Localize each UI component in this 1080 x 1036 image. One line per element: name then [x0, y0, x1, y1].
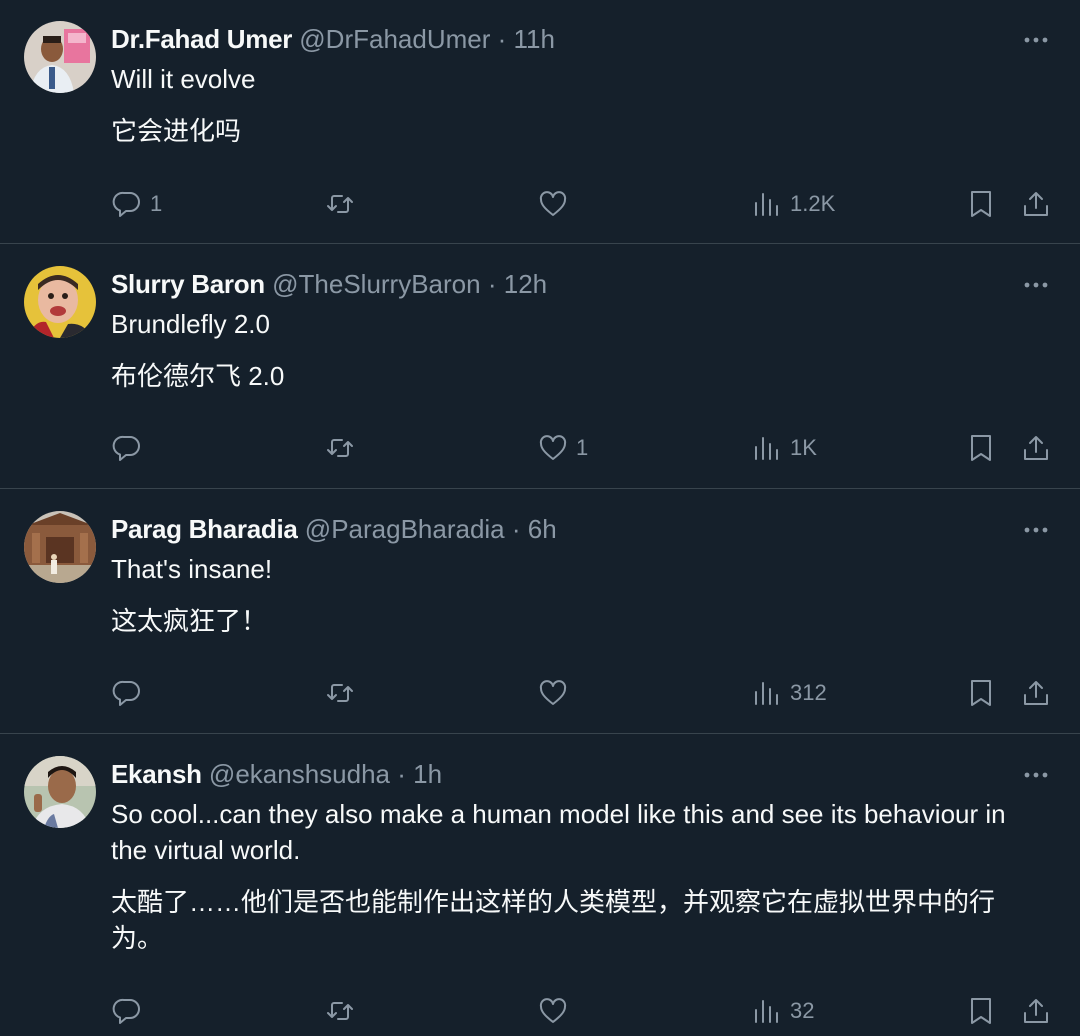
- action-bar: 1 1K: [0, 430, 1080, 466]
- tweet[interactable]: Ekansh @ekanshsudha · 1h So cool...can t…: [0, 734, 1080, 1036]
- tweet-translation: 它会进化吗: [111, 116, 242, 146]
- heart-icon: [539, 680, 567, 705]
- views-button[interactable]: 1.2K: [752, 186, 835, 222]
- separator-dot: ·: [487, 269, 497, 299]
- more-icon[interactable]: [1020, 765, 1052, 797]
- view-count: 1.2K: [790, 191, 836, 216]
- reply-icon: [112, 435, 140, 461]
- tweet-text: Brundlefly 2.0: [111, 309, 270, 339]
- timestamp[interactable]: 12h: [504, 269, 547, 299]
- heart-icon: [539, 191, 567, 216]
- bookmark-icon: [971, 435, 991, 461]
- separator-dot: ·: [497, 24, 507, 54]
- tweet[interactable]: Dr.Fahad Umer @DrFahadUmer · 11h Will it…: [0, 0, 1080, 244]
- reply-icon: [112, 191, 140, 217]
- like-button[interactable]: [538, 675, 576, 711]
- timestamp[interactable]: 11h: [514, 24, 555, 54]
- view-count: 32: [790, 998, 815, 1023]
- share-button[interactable]: [1021, 186, 1051, 222]
- tweet-translation: 太酷了……他们是否也能制作出这样的人类模型，并观察它在虚拟世界中的行为。: [111, 887, 996, 953]
- share-button[interactable]: [1021, 675, 1051, 711]
- author-handle[interactable]: @ekanshsudha: [209, 759, 390, 789]
- share-button[interactable]: [1021, 430, 1051, 466]
- bookmark-button[interactable]: [966, 993, 996, 1029]
- heart-icon: [539, 998, 567, 1023]
- like-button[interactable]: [538, 186, 576, 222]
- author-name[interactable]: Slurry Baron: [111, 269, 265, 299]
- tweet-text: So cool...can they also make a human mod…: [111, 799, 1006, 865]
- share-icon: [1024, 999, 1048, 1023]
- reply-button[interactable]: [112, 993, 150, 1029]
- author-name[interactable]: Parag Bharadia: [111, 514, 298, 544]
- reply-count: 1: [150, 191, 163, 216]
- avatar[interactable]: [24, 21, 96, 93]
- reply-icon: [112, 998, 140, 1024]
- tweet-text: Will it evolve: [111, 64, 256, 94]
- timestamp[interactable]: 6h: [528, 514, 557, 544]
- reply-button[interactable]: [112, 675, 150, 711]
- view-count: 312: [790, 680, 827, 705]
- heart-icon: [539, 435, 567, 460]
- author-handle[interactable]: @TheSlurryBaron: [272, 269, 480, 299]
- like-button[interactable]: [538, 993, 576, 1029]
- author-handle[interactable]: @DrFahadUmer: [299, 24, 490, 54]
- action-bar: 32: [0, 993, 1080, 1029]
- more-icon[interactable]: [1020, 30, 1052, 62]
- views-icon: [755, 193, 778, 216]
- views-button[interactable]: 32: [752, 993, 814, 1029]
- avatar[interactable]: [24, 266, 96, 338]
- author-handle[interactable]: @ParagBharadia: [305, 514, 505, 544]
- share-icon: [1024, 192, 1048, 216]
- retweet-button[interactable]: [325, 675, 363, 711]
- like-count: 1: [576, 435, 589, 460]
- reply-button[interactable]: 1: [112, 186, 162, 222]
- tweet-text: That's insane!: [111, 554, 273, 584]
- retweet-button[interactable]: [325, 430, 363, 466]
- retweet-icon: [327, 195, 353, 213]
- views-button[interactable]: 1K: [752, 430, 817, 466]
- retweet-button[interactable]: [325, 186, 363, 222]
- retweet-icon: [327, 684, 353, 702]
- view-count: 1K: [790, 435, 817, 460]
- bookmark-button[interactable]: [966, 186, 996, 222]
- timestamp[interactable]: 1h: [413, 759, 442, 789]
- retweet-button[interactable]: [325, 993, 363, 1029]
- author-name[interactable]: Ekansh: [111, 759, 202, 789]
- bookmark-icon: [971, 680, 991, 706]
- views-icon: [755, 682, 778, 705]
- bookmark-button[interactable]: [966, 430, 996, 466]
- tweet-translation: 这太疯狂了！: [111, 606, 268, 636]
- share-icon: [1024, 436, 1048, 460]
- views-button[interactable]: 312: [752, 675, 827, 711]
- tweet-header: Ekansh @ekanshsudha · 1h: [111, 758, 990, 790]
- action-bar: 1 1.2K: [0, 186, 1080, 222]
- bookmark-icon: [971, 998, 991, 1024]
- tweet-header: Slurry Baron @TheSlurryBaron · 12h: [111, 268, 990, 300]
- views-icon: [755, 437, 778, 460]
- views-icon: [755, 1000, 778, 1023]
- author-name[interactable]: Dr.Fahad Umer: [111, 24, 292, 54]
- more-icon[interactable]: [1020, 520, 1052, 552]
- avatar[interactable]: [24, 756, 96, 828]
- action-bar: 312: [0, 675, 1080, 711]
- reply-button[interactable]: [112, 430, 150, 466]
- like-button[interactable]: 1: [538, 430, 588, 466]
- avatar[interactable]: [24, 511, 96, 583]
- tweet-header: Dr.Fahad Umer @DrFahadUmer · 11h: [111, 23, 990, 55]
- tweet[interactable]: Slurry Baron @TheSlurryBaron · 12h Brund…: [0, 244, 1080, 489]
- retweet-icon: [327, 1002, 353, 1020]
- more-icon[interactable]: [1020, 275, 1052, 307]
- tweet-translation: 布伦德尔飞 2.0: [111, 361, 285, 391]
- tweet[interactable]: Parag Bharadia @ParagBharadia · 6h That'…: [0, 489, 1080, 734]
- separator-dot: ·: [511, 514, 521, 544]
- retweet-icon: [327, 439, 353, 457]
- share-icon: [1024, 681, 1048, 705]
- bookmark-icon: [971, 191, 991, 217]
- bookmark-button[interactable]: [966, 675, 996, 711]
- share-button[interactable]: [1021, 993, 1051, 1029]
- separator-dot: ·: [397, 759, 406, 789]
- reply-icon: [112, 680, 140, 706]
- tweet-header: Parag Bharadia @ParagBharadia · 6h: [111, 513, 990, 545]
